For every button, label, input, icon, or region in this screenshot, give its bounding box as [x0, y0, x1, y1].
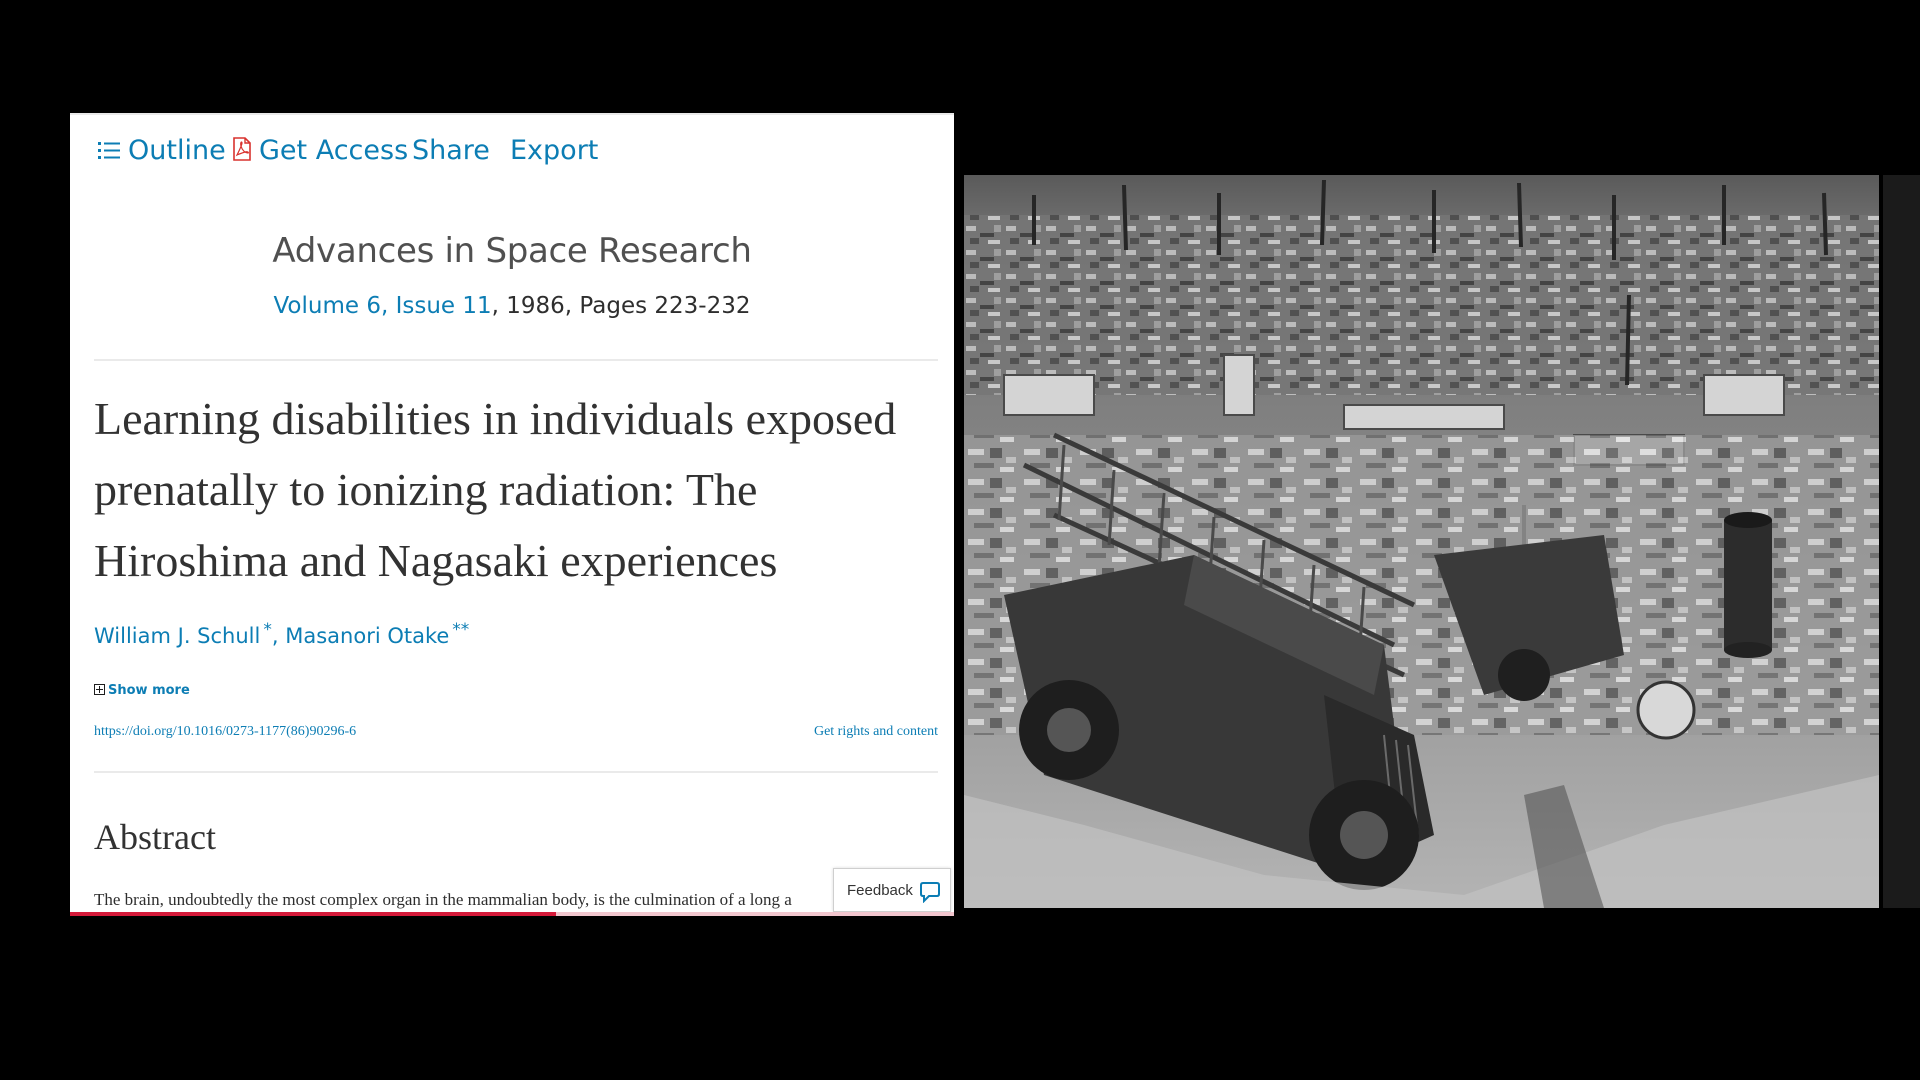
get-access-label: Get Access — [259, 135, 409, 166]
year-pages: , 1986, Pages 223-232 — [491, 293, 751, 319]
journal-name[interactable]: Advances in Space Research — [70, 231, 954, 271]
export-button[interactable]: Export — [510, 137, 598, 164]
divider — [94, 359, 938, 361]
article-title: Learning disabilities in individuals exp… — [94, 393, 897, 586]
ruins-photo-drawing — [964, 175, 1879, 908]
export-label: Export — [510, 135, 599, 166]
share-button[interactable]: Share — [412, 137, 490, 164]
feedback-button[interactable]: Feedback — [833, 868, 951, 912]
abstract-heading: Abstract — [94, 817, 216, 857]
volume-issue-link[interactable]: Volume 6, Issue 11 — [273, 293, 491, 319]
doi-link[interactable]: https://doi.org/10.1016/0273-1177(86)902… — [94, 724, 356, 740]
show-more-button[interactable]: Show more — [94, 683, 190, 698]
reading-progress-fill — [70, 912, 557, 916]
author-list: William J. Schull *, Masanori Otake ** — [94, 620, 469, 648]
author-separator: , — [271, 624, 279, 648]
photo-border-strip — [1883, 175, 1920, 908]
outline-button[interactable]: Outline — [98, 137, 226, 164]
reading-progress-bar — [70, 912, 954, 916]
author-link[interactable]: Masanori Otake — [285, 624, 449, 648]
screen: Outline Get Access Share Export Advances… — [0, 0, 1920, 1080]
author-footnote-mark[interactable]: ** — [452, 620, 469, 640]
abstract-text: The brain, undoubtedly the most complex … — [94, 890, 792, 909]
expand-icon — [94, 684, 105, 695]
outline-label: Outline — [128, 135, 226, 166]
ruins-photo — [964, 175, 1879, 908]
volume-line: Volume 6, Issue 11, 1986, Pages 223-232 — [70, 293, 954, 319]
pdf-icon — [233, 137, 251, 161]
article-toolbar: Outline Get Access Share Export — [70, 113, 954, 181]
speech-bubble-icon — [920, 882, 940, 903]
list-icon — [98, 142, 120, 159]
share-label: Share — [412, 135, 490, 166]
get-access-button[interactable]: Get Access — [232, 137, 408, 164]
divider — [94, 771, 938, 773]
rights-link[interactable]: Get rights and content — [814, 724, 938, 740]
article-panel: Outline Get Access Share Export Advances… — [70, 113, 954, 916]
author-link[interactable]: William J. Schull — [94, 624, 260, 648]
show-more-label: Show more — [108, 683, 190, 698]
feedback-label: Feedback — [847, 882, 913, 899]
author-footnote-mark[interactable]: * — [263, 620, 272, 640]
